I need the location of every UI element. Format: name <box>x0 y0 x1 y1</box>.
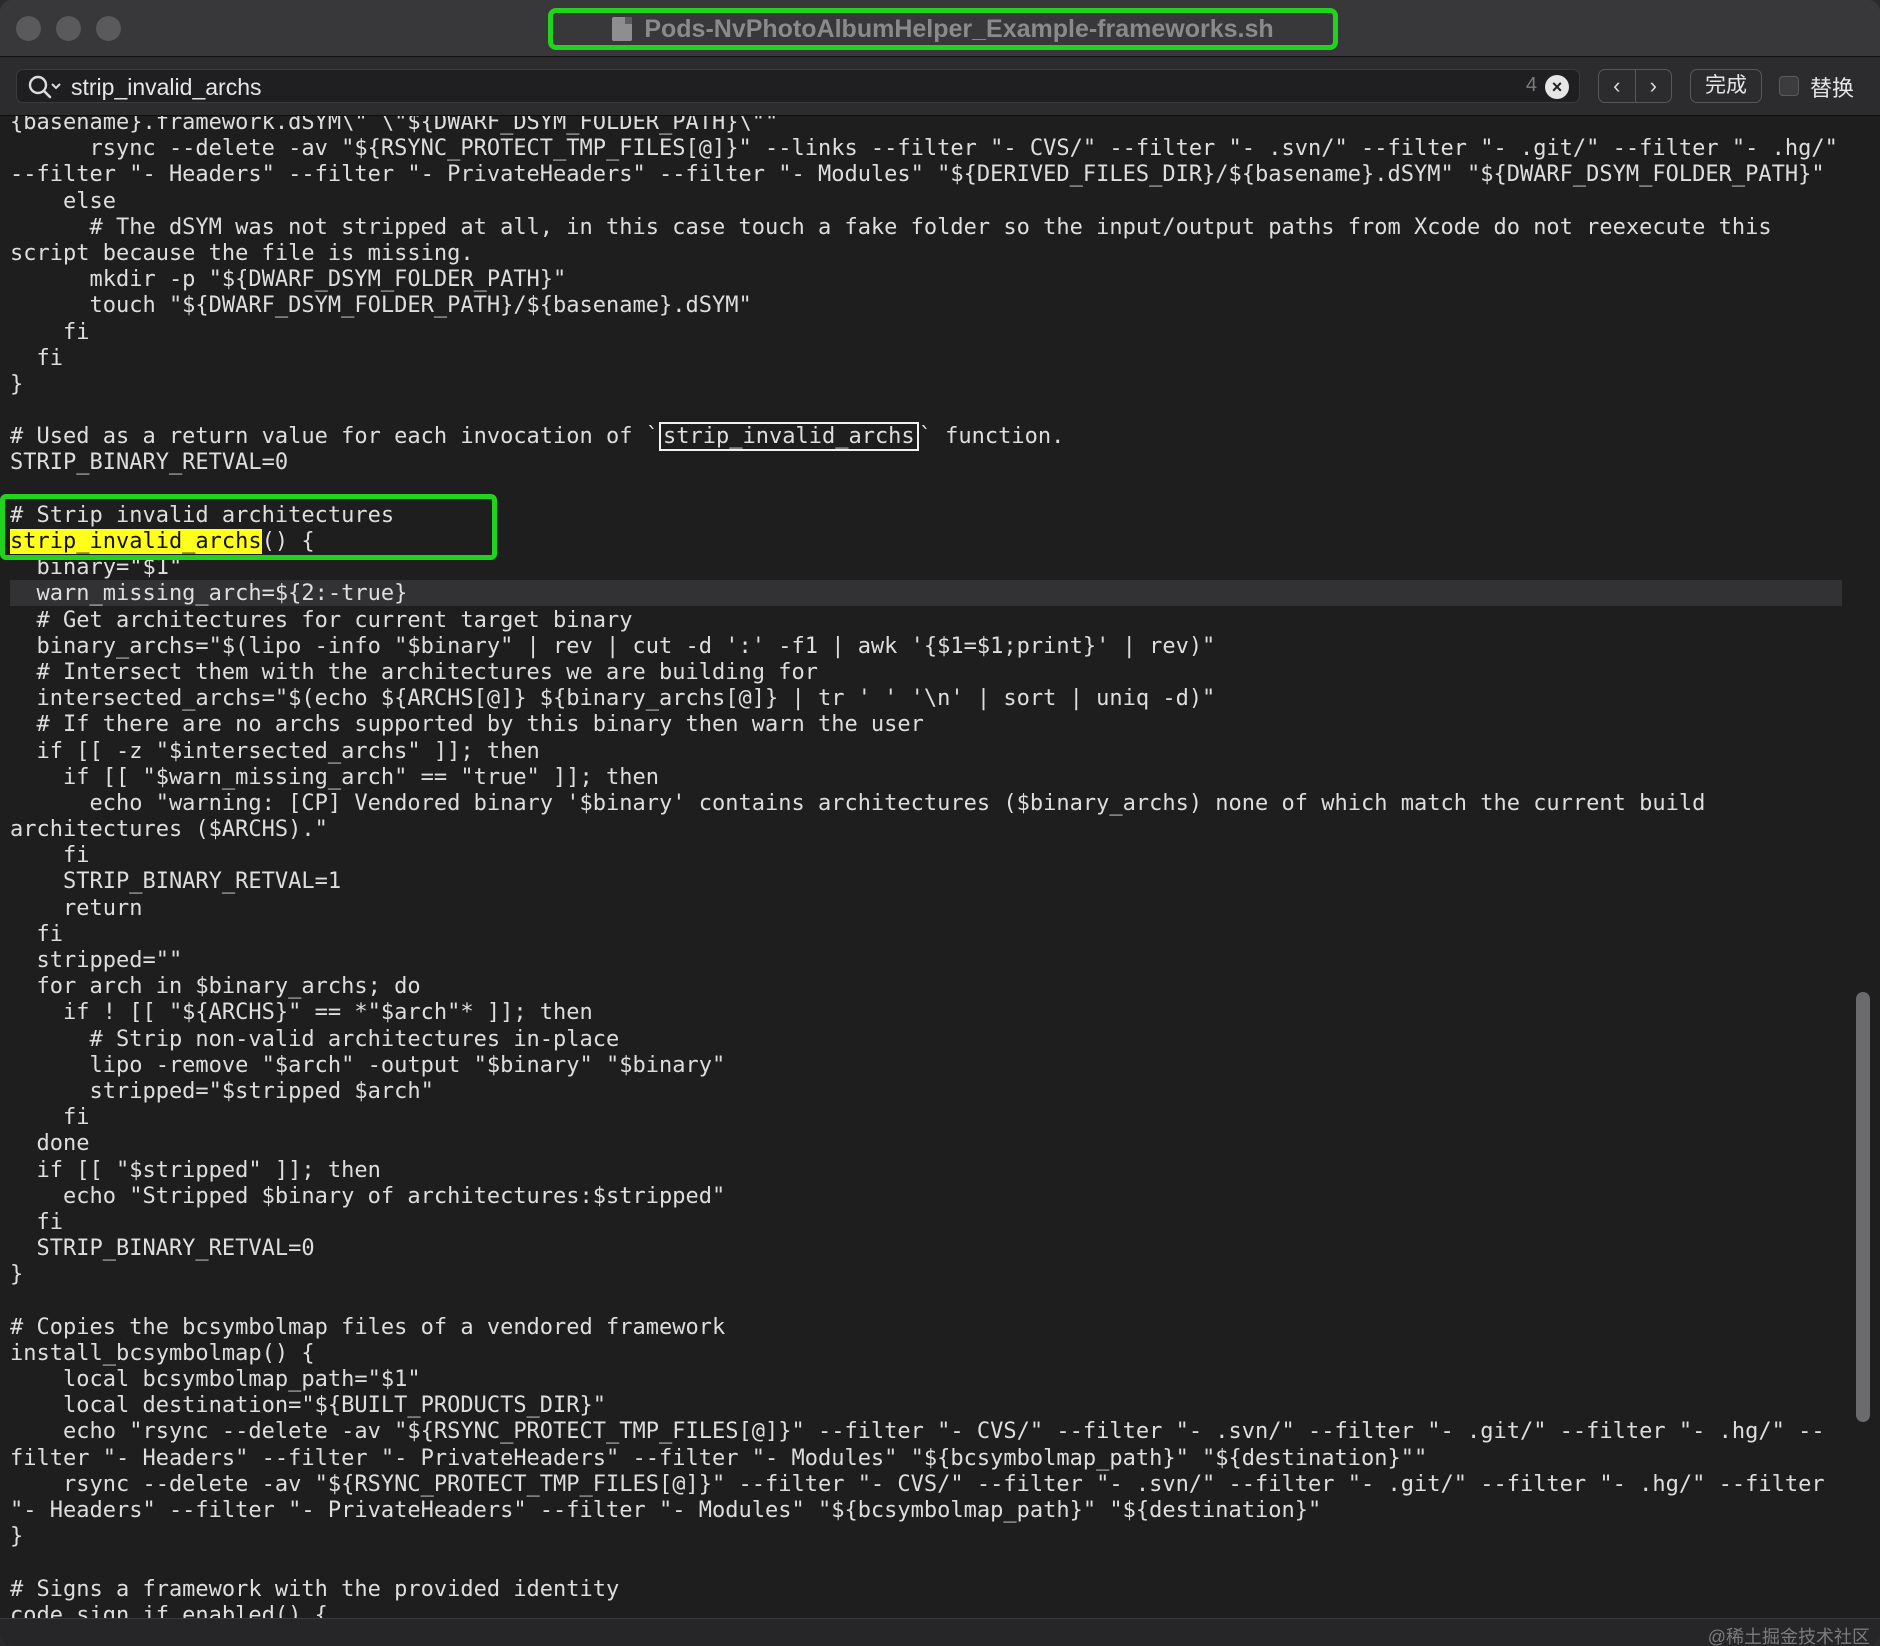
title-bar: Pods-NvPhotoAlbumHelper_Example-framewor… <box>0 0 1880 57</box>
code-line: return <box>10 895 143 921</box>
code-line: mkdir -p "${DWARF_DSYM_FOLDER_PATH}" <box>10 267 567 293</box>
code-line: # If there are no archs supported by thi… <box>10 712 924 738</box>
code-text: {basename}.framework.dSYM\" \"${DWARF_DS… <box>10 116 1838 1618</box>
code-line: # The dSYM was not stripped at all, in t… <box>10 214 1772 240</box>
code-line: } <box>10 1524 24 1550</box>
code-line: stripped="$stripped $arch" <box>10 1078 434 1104</box>
previous-match-button[interactable]: ‹ <box>1599 70 1635 102</box>
code-line: binary_archs="$(lipo -info "$binary" | r… <box>10 633 1216 659</box>
code-line: else <box>10 188 116 214</box>
code-line: stripped="" <box>10 948 183 973</box>
code-line: fi <box>10 1105 90 1131</box>
code-line: if [[ -z "$intersected_archs" ]]; then <box>10 738 540 764</box>
code-line: # Intersect them with the architectures … <box>10 659 818 685</box>
find-bar: 4 × ‹ › 完成 替换 <box>0 57 1880 116</box>
code-line: STRIP_BINARY_RETVAL=0 <box>10 450 289 476</box>
code-line: intersected_archs="$(echo ${ARCHS[@]} ${… <box>10 686 1216 712</box>
minimize-window-button[interactable] <box>56 16 81 41</box>
code-line: } <box>10 1262 24 1288</box>
code-text-segment: # Used as a return value for each invoca… <box>10 424 660 450</box>
code-line: code_sign_if_enabled() { <box>10 1602 328 1618</box>
close-window-button[interactable] <box>16 16 41 41</box>
code-line: filter "- Headers" --filter "- PrivateHe… <box>10 1445 1428 1471</box>
code-line: fi <box>10 345 63 371</box>
code-line-with-match: # Used as a return value for each invoca… <box>10 422 1838 452</box>
code-line: STRIP_BINARY_RETVAL=0 <box>10 1236 315 1262</box>
code-line: fi <box>10 319 90 345</box>
code-line: STRIP_BINARY_RETVAL=1 <box>10 869 342 895</box>
next-match-button[interactable]: › <box>1634 70 1672 102</box>
code-line: if [[ "$stripped" ]]; then <box>10 1157 381 1183</box>
replace-label: 替换 <box>1810 76 1855 101</box>
code-line: local bcsymbolmap_path="$1" <box>10 1367 421 1392</box>
code-line: echo "Stripped $binary of architectures:… <box>10 1183 726 1209</box>
search-input[interactable] <box>69 72 1473 102</box>
search-field[interactable]: 4 × <box>16 69 1580 103</box>
code-line: architectures ($ARCHS)." <box>10 817 328 843</box>
editor-window: Pods-NvPhotoAlbumHelper_Example-framewor… <box>0 0 1880 1646</box>
code-editor[interactable]: {basename}.framework.dSYM\" \"${DWARF_DS… <box>0 116 1880 1618</box>
search-match: strip_invalid_archs <box>659 422 919 452</box>
clear-search-icon[interactable]: × <box>1545 75 1569 99</box>
code-line: fi <box>10 921 63 947</box>
code-line: # Get architectures for current target b… <box>10 607 633 633</box>
code-line: lipo -remove "$arch" -output "$binary" "… <box>10 1052 726 1078</box>
code-line: script because the file is missing. <box>10 240 474 266</box>
status-bar: @稀土掘金技术社区 <box>0 1618 1880 1646</box>
code-line: fi <box>10 1209 63 1235</box>
code-line: echo "rsync --delete -av "${RSYNC_PROTEC… <box>10 1419 1825 1445</box>
vertical-scrollbar[interactable] <box>1856 992 1870 1422</box>
code-line: } <box>10 371 24 397</box>
watermark: @稀土掘金技术社区 <box>1707 1627 1870 1646</box>
code-line: rsync --delete -av "${RSYNC_PROTECT_TMP_… <box>10 136 1838 162</box>
search-icon[interactable] <box>27 74 63 100</box>
code-line: fi <box>10 843 90 869</box>
replace-checkbox[interactable] <box>1779 76 1799 96</box>
code-line: local destination="${BUILT_PRODUCTS_DIR}… <box>10 1393 607 1419</box>
zoom-window-button[interactable] <box>96 16 121 41</box>
code-line: "- Headers" --filter "- PrivateHeaders" … <box>10 1497 1322 1523</box>
code-line: rsync --delete -av "${RSYNC_PROTECT_TMP_… <box>10 1471 1825 1497</box>
match-count: 4 <box>1525 74 1537 96</box>
code-line: # Signs a framework with the provided id… <box>10 1576 620 1602</box>
window-title: Pods-NvPhotoAlbumHelper_Example-framewor… <box>644 14 1274 43</box>
code-line: if ! [[ "${ARCHS}" == *"$arch"* ]]; then <box>10 1000 593 1026</box>
code-line: done <box>10 1131 90 1157</box>
document-icon <box>612 17 633 41</box>
code-line: echo "warning: [CP] Vendored binary '$bi… <box>10 790 1706 816</box>
code-line: {basename}.framework.dSYM\" \"${DWARF_DS… <box>10 116 779 135</box>
code-line: if [[ "$warn_missing_arch" == "true" ]];… <box>10 764 660 790</box>
code-line: touch "${DWARF_DSYM_FOLDER_PATH}/${basen… <box>10 293 752 319</box>
code-line: for arch in $binary_archs; do <box>10 974 421 1000</box>
code-line: install_bcsymbolmap() { <box>10 1340 315 1366</box>
code-line: --filter "- Headers" --filter "- Private… <box>10 162 1825 188</box>
match-navigation: ‹ › <box>1598 69 1672 103</box>
code-text-segment: ` function. <box>918 424 1065 450</box>
done-button[interactable]: 完成 <box>1690 69 1762 103</box>
window-title-highlight: Pods-NvPhotoAlbumHelper_Example-framewor… <box>548 8 1338 50</box>
function-highlight-box <box>0 494 497 560</box>
code-line: # Copies the bcsymbolmap files of a vend… <box>10 1314 726 1340</box>
code-line: warn_missing_arch=${2:-true} <box>10 581 408 607</box>
code-line: # Strip non-valid architectures in-place <box>10 1026 620 1052</box>
